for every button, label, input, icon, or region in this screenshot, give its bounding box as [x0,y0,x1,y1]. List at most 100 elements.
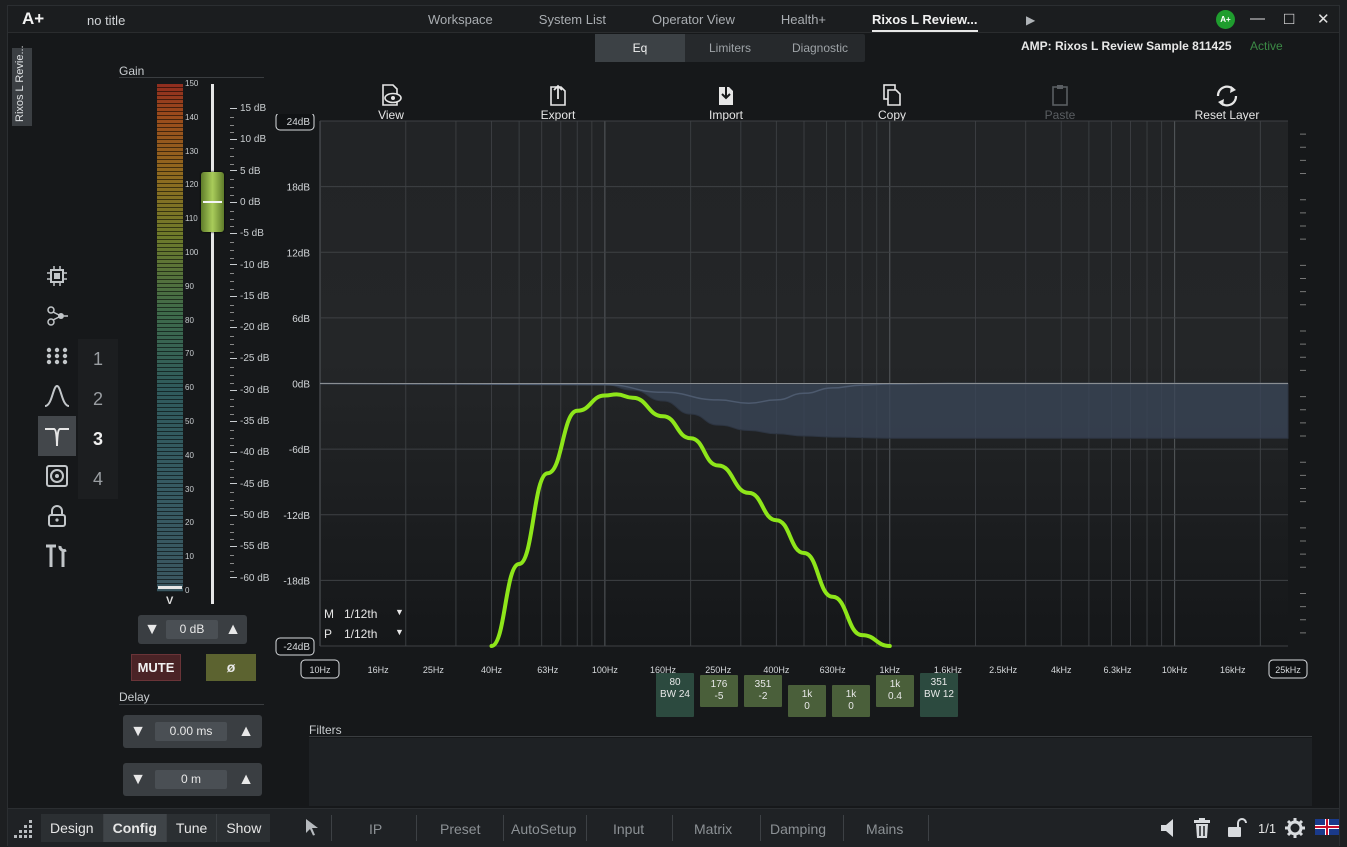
tab-operator-view[interactable]: Operator View [652,12,735,27]
mode-tune[interactable]: Tune [167,814,218,842]
pointer-tool-icon[interactable] [304,818,320,841]
filter-button-peq-5[interactable]: 1k 0.4 [876,675,914,707]
subtab-eq[interactable]: Eq [595,34,685,62]
gain-fader-track[interactable] [211,84,214,604]
maximize-icon[interactable]: □ [1284,9,1294,29]
meter-scale-label: 130 [185,146,199,156]
phase-invert-button[interactable]: ø [206,654,256,681]
routing-nodes-icon[interactable] [38,296,76,336]
output-1[interactable]: 1 [78,339,118,379]
nav-matrix[interactable]: Matrix [694,815,732,843]
tab-health[interactable]: Health+ [781,12,826,27]
tab-system-list[interactable]: System List [539,12,606,27]
filter-freq: 80 [669,677,681,688]
x-axis-tick-label: 25Hz [423,665,445,675]
filters-panel[interactable] [309,738,1312,806]
y-axis-tick-label: 12dB [287,248,311,259]
filter-button-lowpass[interactable]: 351 BW 12 [920,673,958,717]
mute-button[interactable]: MUTE [131,654,181,681]
meter-scale-label: 150 [185,79,199,88]
fader-minor-tick [230,335,234,337]
import-icon [705,84,747,108]
gain-value[interactable]: 0 dB [166,620,218,639]
x-axis-tick-label: 2.5kHz [989,665,1018,675]
subtab-limiters[interactable]: Limiters [685,34,775,62]
lock-icon[interactable] [38,496,76,536]
delay-distance-increase-icon[interactable]: ▲ [233,763,259,796]
fader-scale-label: -20 dB [230,322,269,333]
delay-time-decrease-icon[interactable]: ▼ [125,715,151,748]
tools-icon[interactable] [38,536,76,576]
reset-icon [1194,84,1260,108]
fader-scale-label: -40 dB [230,447,269,458]
phase-resolution-value[interactable]: 1/12th [344,627,377,641]
speaker-icon[interactable] [38,456,76,496]
mode-config[interactable]: Config [103,814,167,842]
delay-time-increase-icon[interactable]: ▲ [233,715,259,748]
close-icon[interactable]: ✕ [1317,10,1330,28]
output-3[interactable]: 3 [78,419,118,459]
nav-input[interactable]: Input [613,815,644,843]
filter-freq: 1k [845,689,857,700]
tab-amp-review[interactable]: Rixos L Review... [872,12,978,32]
language-flag-icon[interactable] [1315,819,1339,835]
x-axis-tick-label: 40Hz [481,665,503,675]
filter-button-peq-3[interactable]: 1k 0 [788,685,826,717]
delay-time-value[interactable]: 0.00 ms [155,722,227,741]
filter-button-highpass[interactable]: 80 BW 24 [656,673,694,717]
settings-gear-icon[interactable] [1285,818,1305,843]
filter-param: -2 [758,691,768,702]
mode-design[interactable]: Design [41,814,104,842]
output-2[interactable]: 2 [78,379,118,419]
meter-scale-label: 50 [185,417,194,426]
meter-scale-label: 100 [185,248,199,257]
filter-freq: 1k [801,689,813,700]
filter-button-peq-2[interactable]: 351 -2 [744,675,782,707]
output-4[interactable]: 4 [78,459,118,499]
nav-ip[interactable]: IP [369,815,382,843]
nav-separator [331,815,332,841]
phase-resolution-dropdown-icon[interactable]: ▼ [395,627,404,637]
delay-distance-value[interactable]: 0 m [155,770,227,789]
nav-mains[interactable]: Mains [866,815,903,843]
tab-workspace[interactable]: Workspace [428,12,493,27]
gain-increase-icon[interactable]: ▲ [220,615,246,644]
magnitude-resolution-value[interactable]: 1/12th [344,607,377,621]
meter-scale-label: 90 [185,281,194,291]
mode-show[interactable]: Show [217,814,270,842]
speaker-mute-icon[interactable] [1159,818,1177,843]
eq-curve-icon[interactable] [38,376,76,416]
gain-fader-knob[interactable] [201,172,224,232]
unlock-icon[interactable] [1227,818,1247,843]
nav-damping[interactable]: Damping [770,815,826,843]
fader-minor-tick [230,187,234,189]
meter-scale-label: 20 [185,518,194,528]
eq-response-chart[interactable]: 24dB18dB12dB6dB0dB-6dB-12dB-18dB-24dB180… [266,114,1316,682]
fader-minor-tick [230,281,234,283]
magnitude-resolution-dropdown-icon[interactable]: ▼ [395,607,404,617]
nav-separator [760,815,761,841]
delay-distance-decrease-icon[interactable]: ▼ [125,763,151,796]
processor-chip-icon[interactable] [38,256,76,296]
nav-preset[interactable]: Preset [440,815,480,843]
export-icon [536,84,580,108]
filter-param: BW 12 [923,689,954,700]
nav-separator [672,815,673,841]
subtab-diagnostic[interactable]: Diagnostic [775,34,865,62]
trash-icon[interactable] [1193,818,1211,843]
tab-scroll-arrow-icon[interactable]: ▶ [1026,13,1035,27]
fader-minor-tick [230,375,234,377]
gain-decrease-icon[interactable]: ▼ [139,615,165,644]
fader-minor-tick [230,523,234,525]
nav-autosetup[interactable]: AutoSetup [511,815,576,843]
crossover-filter-icon[interactable] [38,416,76,456]
filter-button-peq-1[interactable]: 176 -5 [700,675,738,707]
meter-scale-label: 110 [185,214,198,224]
x-axis-tick-label: 4kHz [1051,665,1072,675]
side-device-tab[interactable]: Rixos L Revie... [12,45,32,126]
matrix-grid-icon[interactable] [38,336,76,376]
minimize-icon[interactable]: — [1250,10,1265,27]
grip-icon[interactable] [14,819,32,842]
user-avatar[interactable]: A+ [1216,10,1235,29]
filter-button-peq-4[interactable]: 1k 0 [832,685,870,717]
